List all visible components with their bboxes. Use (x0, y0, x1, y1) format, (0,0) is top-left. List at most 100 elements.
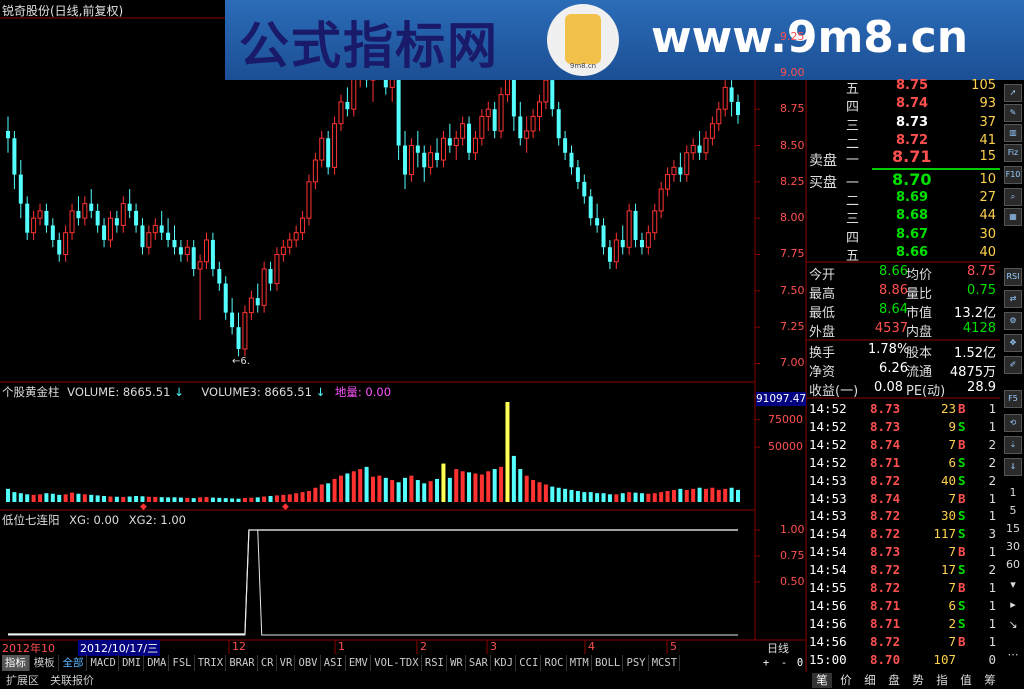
candle-body-down (172, 239, 177, 248)
fiz-icon[interactable]: Fiz (1004, 144, 1022, 162)
tab-dma[interactable]: DMA (145, 655, 170, 671)
tick-count: 1 (988, 401, 996, 416)
scroll-down-icon[interactable]: ▾ (1003, 578, 1023, 591)
tick-time: 14:56 (809, 615, 847, 631)
candle-body-up (684, 152, 690, 176)
tab-模板[interactable]: 模板 (31, 655, 59, 671)
period-15-button[interactable]: 15 (1003, 522, 1023, 535)
stat-value: 1.78% (868, 342, 910, 357)
tab-dmi[interactable]: DMI (120, 655, 145, 671)
chart-icon[interactable]: ▦ (1004, 208, 1022, 226)
bid-level: 三 (846, 212, 860, 228)
tab-asi[interactable]: ASI (322, 655, 346, 671)
f10-icon[interactable]: F10 (1004, 166, 1022, 184)
tab-boll[interactable]: BOLL (593, 655, 624, 671)
stat-value: 4875万 (949, 365, 996, 380)
candle-body-up (319, 137, 325, 161)
zoom-control-button[interactable]: - (778, 655, 790, 671)
nav-icon[interactable]: ✥ (1004, 334, 1022, 352)
tab-指标[interactable]: 指标 (2, 655, 30, 671)
zoom-control-button[interactable]: 0 (794, 655, 806, 671)
rsi-icon[interactable]: RSI (1004, 268, 1022, 286)
zoom-control-button[interactable]: + (760, 655, 772, 671)
tab-obv[interactable]: OBV (296, 655, 321, 671)
candle-body-up (261, 268, 267, 306)
candle-body-down (435, 152, 440, 161)
tab-3[interactable]: 盘 (884, 673, 904, 688)
tick-count: 2 (988, 454, 996, 470)
indicator-axis-label: 0.50 (780, 575, 805, 588)
tick-price: 8.73 (870, 401, 901, 416)
tab-related-quotes[interactable]: 关联报价 (48, 674, 96, 688)
f5-icon[interactable]: F5 (1004, 390, 1022, 408)
tick-row: 14:53 8.74 7 B 1 (808, 490, 998, 508)
tab-emv[interactable]: EMV (347, 655, 371, 671)
period-5-button[interactable]: 5 (1003, 504, 1023, 517)
period-30-button[interactable]: 30 (1003, 540, 1023, 553)
volume-bar (678, 488, 683, 502)
tab-1[interactable]: 价 (836, 673, 856, 688)
tab-extension-area[interactable]: 扩展区 (4, 674, 41, 688)
tab-cci[interactable]: CCI (517, 655, 542, 671)
down-icon[interactable]: ⇣ (1004, 436, 1022, 454)
tab-mtm[interactable]: MTM (568, 655, 592, 671)
expand-icon[interactable]: ↘ (1003, 618, 1023, 631)
tab-4[interactable]: 势 (908, 673, 928, 688)
volume-bar (268, 495, 273, 502)
swap-icon[interactable]: ⇄ (1004, 290, 1022, 308)
tab-roc[interactable]: ROC (542, 655, 567, 671)
period-label[interactable]: 日线 (767, 640, 789, 656)
cursor-icon[interactable]: ➚ (1004, 84, 1022, 102)
pencil-icon[interactable]: ✐ (1004, 356, 1022, 374)
volume-bar (76, 493, 81, 502)
refresh-icon[interactable]: ⟲ (1004, 414, 1022, 432)
bars-icon[interactable]: ▥ (1004, 124, 1022, 142)
scroll-right-icon[interactable]: ▸ (1003, 598, 1023, 611)
tick-row: 14:54 8.73 7 B 1 (808, 543, 998, 561)
volume-bar (159, 497, 164, 502)
tab-vol-tdx[interactable]: VOL-TDX (372, 655, 422, 671)
candle-body-down (223, 283, 228, 313)
tab-全部[interactable]: 全部 (60, 655, 88, 671)
tab-trix[interactable]: TRIX (196, 655, 227, 671)
tab-mcst[interactable]: MCST (650, 655, 681, 671)
candle-body-up (152, 224, 158, 234)
stat-key: 市值 (906, 306, 933, 321)
tab-sar[interactable]: SAR (467, 655, 491, 671)
tab-0[interactable]: 笔 (812, 673, 832, 688)
volume-bar (364, 466, 369, 502)
line-chart-icon[interactable]: ✎ (1004, 104, 1022, 122)
bid-volume: 40 (979, 245, 996, 261)
stats-row: 外盘 4537 内盘 4128 (808, 321, 998, 340)
tab-kdj[interactable]: KDJ (492, 655, 517, 671)
tab-cr[interactable]: CR (259, 655, 277, 671)
tab-rsi[interactable]: RSI (423, 655, 447, 671)
tab-2[interactable]: 细 (860, 673, 880, 688)
tab-fsl[interactable]: FSL (170, 655, 195, 671)
tab-5[interactable]: 指 (932, 673, 952, 688)
tick-side: S (958, 562, 966, 578)
period-60-button[interactable]: 60 (1003, 558, 1023, 571)
tab-wr[interactable]: WR (448, 655, 466, 671)
stat-key: 最高 (809, 287, 836, 302)
tab-6[interactable]: 值 (956, 673, 976, 688)
down2-icon[interactable]: ⇓ (1004, 458, 1022, 476)
period-1-button[interactable]: 1 (1003, 486, 1023, 499)
tab-vr[interactable]: VR (278, 655, 296, 671)
tab-7[interactable]: 筹 (980, 673, 1000, 688)
tick-volume: 2 (948, 615, 956, 631)
tab-brar[interactable]: BRAR (227, 655, 258, 671)
stat-value: 4537 (874, 321, 908, 336)
ad-banner[interactable]: 公式指标网 9m8.cn www.9m8.cn (225, 0, 1024, 80)
volume-bar (313, 487, 318, 502)
search-icon[interactable]: ⌕ (1004, 188, 1022, 206)
stat-value: 0.75 (967, 283, 996, 298)
gear-icon[interactable]: ⚙ (1004, 312, 1022, 330)
tab-psy[interactable]: PSY (624, 655, 649, 671)
more-icon[interactable]: ⋯ (1003, 648, 1023, 661)
volume-bar (415, 480, 420, 502)
indicator-title: 低位七连阳 (2, 513, 60, 527)
volume-bar (172, 497, 177, 502)
tick-time: 14:52 (809, 436, 847, 452)
tab-macd[interactable]: MACD (88, 655, 119, 671)
